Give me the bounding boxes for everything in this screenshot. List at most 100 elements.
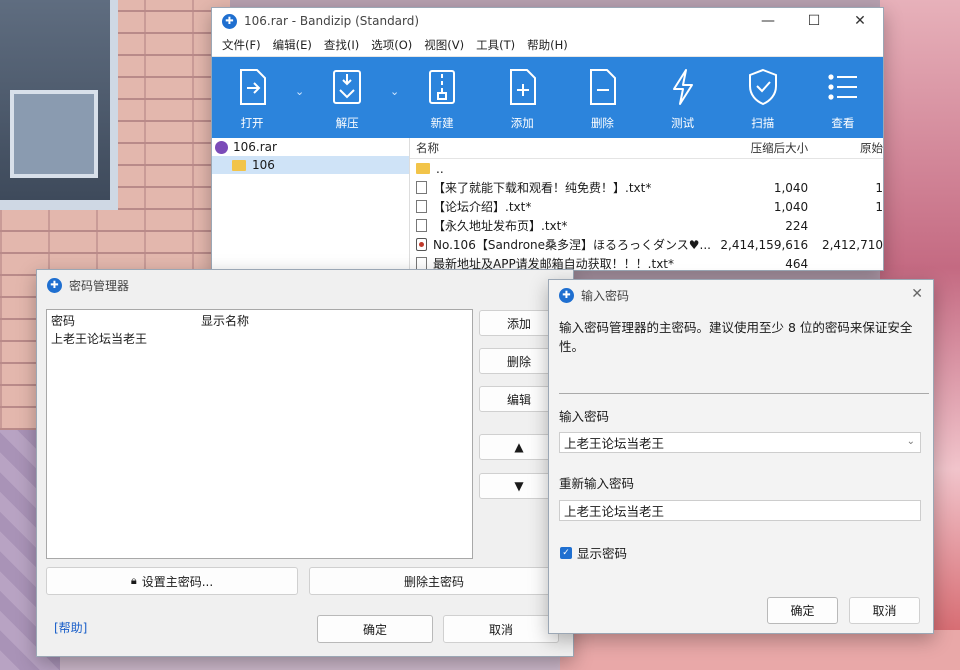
password-value: 上老王论坛当老王 xyxy=(51,332,148,346)
bandizip-app-icon: ✚ xyxy=(559,287,574,303)
scan-button[interactable]: 扫描 xyxy=(723,57,803,138)
text-file-icon xyxy=(416,219,427,232)
bandizip-app-icon: ✚ xyxy=(222,13,237,29)
menu-tools[interactable]: 工具(T) xyxy=(470,37,521,53)
cancel-button[interactable]: 取消 xyxy=(443,615,559,643)
new-archive-button[interactable]: 新建 xyxy=(402,57,482,138)
tree-item-folder[interactable]: 106 xyxy=(212,156,409,174)
text-file-icon xyxy=(416,181,427,194)
open-dropdown-arrow[interactable]: ⌄ xyxy=(292,57,307,138)
file-row[interactable]: No.106【Sandrone桑多涅】ほるろっくダンス♥... 2,414,15… xyxy=(410,235,883,254)
ok-button[interactable]: 确定 xyxy=(767,597,838,624)
column-header-compressed[interactable]: 压缩后大小 xyxy=(711,140,809,156)
extract-icon xyxy=(328,67,366,107)
column-header-original[interactable]: 原始 xyxy=(808,140,883,156)
password-label: 输入密码 xyxy=(559,409,610,424)
menu-find[interactable]: 查找(I) xyxy=(318,37,365,53)
test-icon xyxy=(664,67,702,107)
add-button[interactable]: 添加 xyxy=(482,57,562,138)
menu-edit[interactable]: 编辑(E) xyxy=(267,37,318,53)
menu-options[interactable]: 选项(O) xyxy=(365,37,418,53)
file-name: 【来了就能下载和观看！纯免费！】.txt* xyxy=(433,181,652,195)
sort-arrow-icon: ^ xyxy=(554,138,563,145)
password-manager-dialog: ✚ 密码管理器 密码 显示名称 上老王论坛当老王 添加 删除 编辑 ▲ ▼ 🔒︎… xyxy=(36,269,574,657)
text-file-icon xyxy=(416,200,427,213)
tree-archive-label: 106.rar xyxy=(233,140,277,154)
extract-label: 解压 xyxy=(335,116,359,130)
password-list-row[interactable]: 上老王论坛当老王 xyxy=(47,330,472,347)
dialog-title: 密码管理器 xyxy=(69,278,130,293)
open-label: 打开 xyxy=(240,116,264,130)
file-compressed-size: 464 xyxy=(785,256,809,271)
file-name: No.106【Sandrone桑多涅】ほるろっくダンス♥... xyxy=(433,238,711,252)
file-row[interactable]: 最新地址及APP请发邮箱自动获取！！！.txt* 464 xyxy=(410,254,883,270)
file-compressed-size: 1,040 xyxy=(773,199,809,214)
repeat-password-input[interactable]: 上老王论坛当老王 xyxy=(559,500,921,521)
delete-file-icon xyxy=(583,67,621,107)
file-row[interactable]: 【永久地址发布页】.txt* 224 xyxy=(410,216,883,235)
chevron-down-icon[interactable]: ⌄ xyxy=(907,436,915,447)
extract-dropdown-arrow[interactable]: ⌄ xyxy=(387,57,402,138)
file-name: 【论坛介绍】.txt* xyxy=(433,200,532,214)
password-input[interactable]: 上老王论坛当老王 ⌄ xyxy=(559,432,921,453)
file-list: 名称 压缩后大小 原始 ^ .. 【来了就能下载和观看！纯免费！】.txt* 1… xyxy=(410,138,883,270)
move-down-button[interactable]: ▼ xyxy=(479,473,559,499)
file-row[interactable]: 【论坛介绍】.txt* 1,040 1 xyxy=(410,197,883,216)
ok-button[interactable]: 确定 xyxy=(317,615,433,643)
new-archive-icon xyxy=(423,67,461,107)
column-header-password[interactable]: 密码 xyxy=(47,312,201,329)
view-list-icon xyxy=(824,67,862,107)
add-label: 添加 xyxy=(510,116,534,130)
password-list[interactable]: 密码 显示名称 上老王论坛当老王 xyxy=(46,309,473,559)
menu-help[interactable]: 帮助(H) xyxy=(521,37,574,53)
wallpaper-window xyxy=(0,0,118,210)
minimize-button[interactable]: — xyxy=(745,8,791,34)
show-password-label: 显示密码 xyxy=(577,546,628,561)
edit-password-button[interactable]: 编辑 xyxy=(479,386,559,412)
file-row[interactable]: 【来了就能下载和观看！纯免费！】.txt* 1,040 1 xyxy=(410,178,883,197)
file-original-size: 1 xyxy=(875,199,883,214)
menu-view[interactable]: 视图(V) xyxy=(418,37,470,53)
move-up-button[interactable]: ▲ xyxy=(479,434,559,460)
view-button[interactable]: 查看 xyxy=(803,57,883,138)
close-icon[interactable]: ✕ xyxy=(911,286,923,302)
file-compressed-size: 2,414,159,616 xyxy=(720,237,809,252)
maximize-button[interactable]: ☐ xyxy=(791,8,837,34)
add-password-button[interactable]: 添加 xyxy=(479,310,559,336)
column-header-display-name[interactable]: 显示名称 xyxy=(201,312,249,329)
close-button[interactable]: ✕ xyxy=(837,8,883,34)
dialog-description: 输入密码管理器的主密码。建议使用至少 8 位的密码来保证安全性。 xyxy=(559,320,913,354)
delete-master-password-button[interactable]: 删除主密码 xyxy=(309,567,559,595)
add-file-icon xyxy=(503,67,541,107)
password-manager-titlebar[interactable]: ✚ 密码管理器 xyxy=(37,270,573,300)
delete-password-button[interactable]: 删除 xyxy=(479,348,559,374)
test-button[interactable]: 测试 xyxy=(643,57,723,138)
dialog-title: 输入密码 xyxy=(581,288,630,303)
toolbar: 打开 ⌄ 解压 ⌄ 新建 添加 删除 测试 扫描 查看 xyxy=(212,57,883,138)
enter-password-titlebar[interactable]: ✚ 输入密码 xyxy=(549,280,933,310)
extract-button[interactable]: 解压 xyxy=(307,57,387,138)
view-label: 查看 xyxy=(831,116,855,130)
set-master-password-button[interactable]: 🔒︎ 设置主密码... xyxy=(46,567,298,595)
file-name: 最新地址及APP请发邮箱自动获取！！！.txt* xyxy=(433,257,675,270)
media-file-icon xyxy=(416,238,427,251)
tree-folder-label: 106 xyxy=(252,158,275,172)
new-archive-label: 新建 xyxy=(430,116,454,130)
show-password-checkbox[interactable]: ✓ 显示密码 xyxy=(560,543,627,562)
folder-icon xyxy=(416,163,430,174)
scan-shield-icon xyxy=(744,67,782,107)
open-button[interactable]: 打开 xyxy=(212,57,292,138)
help-link[interactable]: [帮助] xyxy=(54,619,87,636)
file-original-size: 1 xyxy=(875,180,883,195)
file-row[interactable]: .. xyxy=(410,159,883,178)
tree-item-archive[interactable]: 106.rar xyxy=(212,138,409,156)
menu-file[interactable]: 文件(F) xyxy=(216,37,267,53)
repeat-password-input-value: 上老王论坛当老王 xyxy=(564,504,665,519)
window-title: 106.rar - Bandizip (Standard) xyxy=(244,14,420,28)
repeat-password-label: 重新输入密码 xyxy=(559,476,635,491)
delete-button[interactable]: 删除 xyxy=(562,57,642,138)
cancel-button[interactable]: 取消 xyxy=(849,597,920,624)
divider xyxy=(559,393,929,394)
password-list-header: 密码 显示名称 xyxy=(47,310,472,330)
bandizip-window: ✚ 106.rar - Bandizip (Standard) — ☐ ✕ 文件… xyxy=(211,7,884,271)
